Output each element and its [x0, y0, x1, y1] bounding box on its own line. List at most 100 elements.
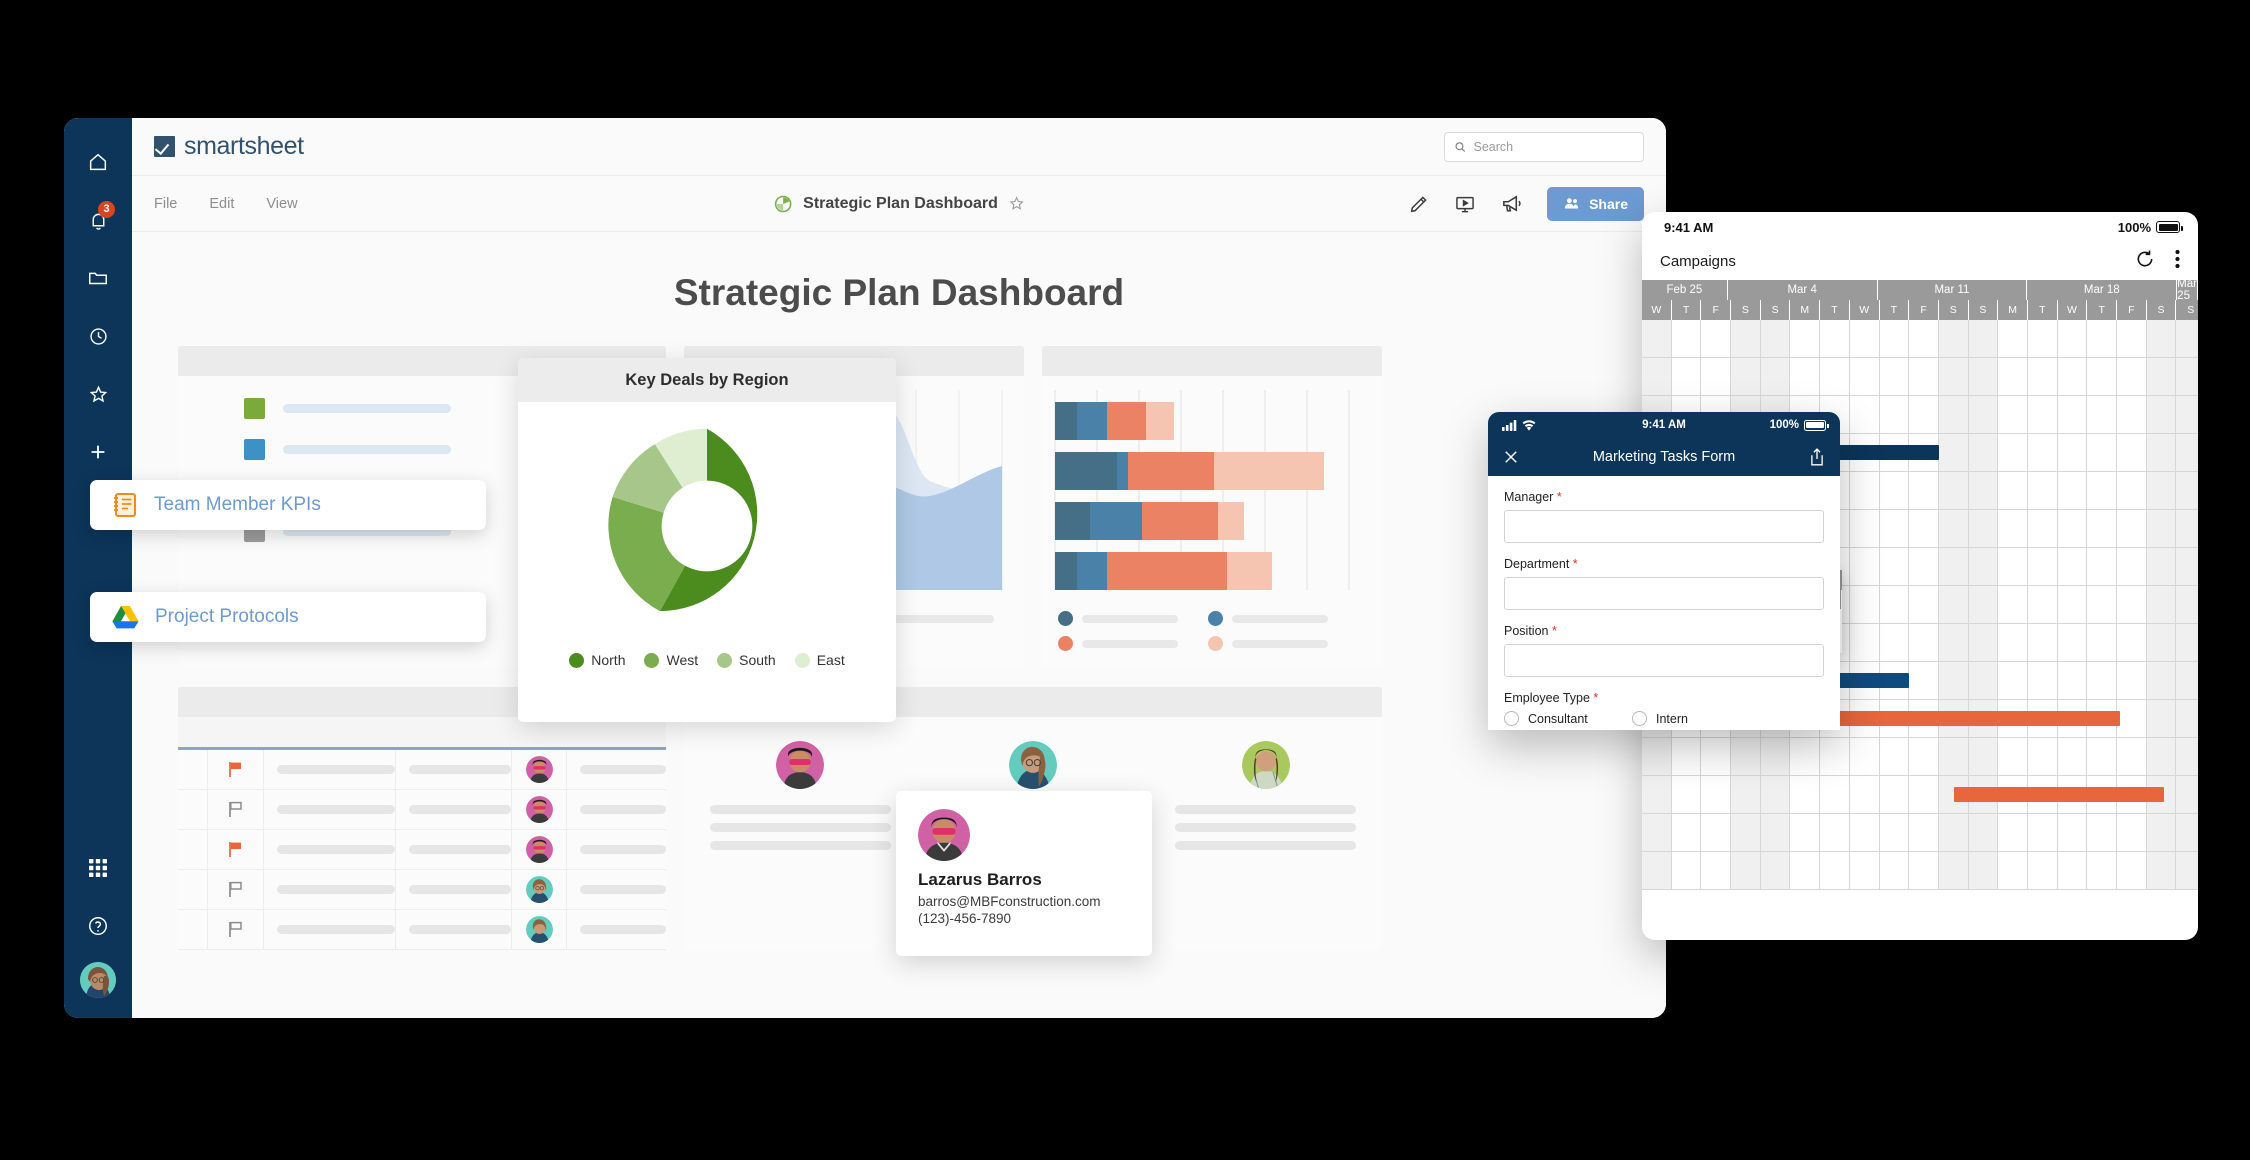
edit-pencil-icon[interactable] [1408, 193, 1430, 215]
widget-bar-chart[interactable] [1042, 346, 1382, 667]
gantt-week-header: Feb 25 Mar 4 Mar 11 Mar 18 Mar 25 [1642, 280, 2198, 302]
table-row[interactable] [178, 750, 666, 790]
flag-cell[interactable] [208, 750, 265, 789]
more-options-icon[interactable] [2175, 249, 2180, 273]
required-marker: * [1569, 557, 1578, 571]
gantt-row[interactable] [1642, 814, 2198, 852]
gantt-day: T [1820, 300, 1850, 320]
search-input[interactable] [1473, 139, 1634, 154]
gantt-week: Mar 4 [1727, 280, 1878, 300]
text-cell [567, 870, 666, 909]
row-number-cell [178, 790, 208, 829]
required-marker: * [1589, 691, 1599, 705]
legend-dot [1208, 636, 1223, 651]
legend-entry-east: East [794, 652, 845, 668]
gantt-row[interactable] [1642, 738, 2198, 776]
kpi-swatch [244, 398, 265, 419]
text-cell [567, 910, 666, 949]
gantt-day: S [1731, 300, 1761, 320]
gantt-row[interactable] [1642, 320, 2198, 358]
position-input[interactable] [1504, 644, 1824, 677]
screenshot-stage: 3 smartsheet Search File Edit View Strat… [0, 0, 2250, 1160]
text-cell [396, 870, 513, 909]
widget-task-table[interactable] [178, 687, 666, 950]
text-cell [567, 790, 666, 829]
legend-label: South [739, 652, 776, 668]
battery-icon [2156, 221, 2183, 233]
table-row[interactable] [178, 870, 666, 910]
gantt-row[interactable] [1642, 776, 2198, 814]
gantt-day: W [1642, 300, 1672, 320]
chip-team-member-kpis[interactable]: Team Member KPIs [90, 480, 486, 530]
gantt-row[interactable] [1642, 852, 2198, 890]
flag-cell[interactable] [208, 790, 265, 829]
tablet-status-bar: 9:41 AM 100% [1642, 212, 2198, 242]
menu-file[interactable]: File [154, 196, 177, 212]
cell-placeholder [409, 845, 512, 854]
card-contact-details[interactable]: Lazarus Barros barros@MBFconstruction.co… [896, 791, 1152, 956]
recents-clock-icon[interactable] [76, 314, 120, 358]
label-text: Employee Type [1504, 691, 1590, 705]
help-icon[interactable] [76, 904, 120, 948]
create-new-icon[interactable] [76, 430, 120, 474]
share-export-icon[interactable] [1808, 447, 1826, 467]
global-navigation-rail: 3 [64, 118, 132, 1018]
flag-cell[interactable] [208, 830, 265, 869]
smartsheet-checkmark-icon [154, 136, 175, 157]
contact-phone[interactable]: (123)-456-7890 [918, 910, 1130, 927]
cell-placeholder [277, 925, 396, 934]
cell-placeholder [277, 885, 396, 894]
notifications-icon[interactable]: 3 [76, 198, 120, 242]
gantt-day-header: W T F S S M T W T F S S M T W T F S S [1642, 300, 2198, 320]
document-title-group: Strategic Plan Dashboard [773, 194, 1025, 214]
menu-edit[interactable]: Edit [209, 196, 234, 212]
app-launcher-grid-icon[interactable] [76, 846, 120, 890]
browse-folder-icon[interactable] [76, 256, 120, 300]
table-row[interactable] [178, 830, 666, 870]
cell-placeholder [277, 805, 396, 814]
search-box[interactable] [1444, 131, 1644, 162]
legend-dot [644, 652, 660, 668]
legend-label-placeholder [1232, 614, 1328, 623]
chip-project-protocols[interactable]: Project Protocols [90, 592, 486, 642]
gantt-day: S [2146, 300, 2177, 320]
menu-view[interactable]: View [266, 196, 297, 212]
flag-cell[interactable] [208, 870, 265, 909]
user-avatar[interactable] [80, 962, 116, 998]
flag-cell[interactable] [208, 910, 265, 949]
manager-input[interactable] [1504, 510, 1824, 543]
contact-entry[interactable] [684, 741, 917, 859]
radio-intern[interactable]: Intern [1632, 711, 1824, 726]
favorites-star-icon[interactable] [76, 372, 120, 416]
contact-entry[interactable] [1149, 741, 1382, 859]
department-input[interactable] [1504, 577, 1824, 610]
table-row[interactable] [178, 910, 666, 950]
text-cell [396, 830, 513, 869]
flag-icon-active [229, 762, 242, 777]
gantt-row[interactable] [1642, 358, 2198, 396]
gantt-bar-critical[interactable] [1954, 787, 2164, 802]
close-icon[interactable] [1502, 448, 1520, 466]
smartsheet-logo[interactable]: smartsheet [154, 132, 304, 161]
bar-chart-legend [1054, 611, 1354, 651]
bar-row-4 [1055, 552, 1272, 590]
share-button[interactable]: Share [1547, 186, 1644, 221]
people-icon [1564, 198, 1579, 209]
announcement-megaphone-icon[interactable] [1500, 192, 1523, 215]
gantt-day: S [2176, 300, 2198, 320]
legend-label: West [666, 652, 699, 668]
presentation-mode-icon[interactable] [1454, 193, 1476, 215]
table-row[interactable] [178, 790, 666, 830]
refresh-icon[interactable] [2135, 249, 2155, 273]
home-icon[interactable] [76, 140, 120, 184]
radio-consultant[interactable]: Consultant [1504, 711, 1632, 726]
document-title: Strategic Plan Dashboard [803, 194, 998, 212]
card-key-deals-by-region[interactable]: Key Deals by Region North West South Eas… [518, 358, 896, 722]
form-body: Manager * Department * Position * Employ… [1488, 476, 1840, 730]
favorite-star-icon[interactable] [1008, 195, 1025, 212]
contact-email[interactable]: barros@MBFconstruction.com [918, 893, 1130, 910]
gantt-day: T [2027, 300, 2058, 320]
cell-placeholder [409, 885, 512, 894]
field-label-department: Department * [1504, 557, 1824, 571]
flag-icon [229, 881, 242, 897]
